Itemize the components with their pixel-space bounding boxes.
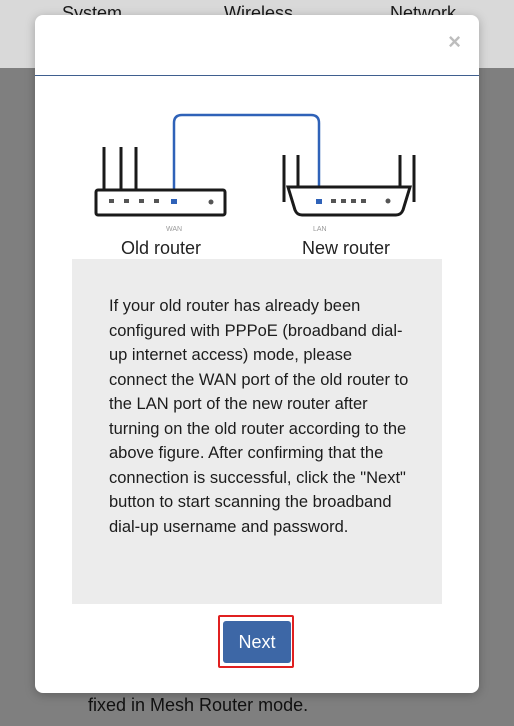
close-icon[interactable]: × [448, 29, 461, 55]
new-router-icon [282, 155, 416, 217]
connection-guide-modal: × WAN LAN Old router New router If your … [35, 15, 479, 693]
old-router-label: Old router [121, 238, 202, 258]
next-button[interactable]: Next [223, 621, 291, 663]
instructions-box: If your old router has already been conf… [72, 259, 442, 604]
wan-port-label: WAN [166, 226, 183, 233]
router-connection-diagram: WAN LAN Old router New router [35, 75, 479, 275]
modal-header: × [35, 15, 479, 76]
old-router-icon [94, 147, 227, 217]
instructions-text: If your old router has already been conf… [109, 297, 409, 536]
background-footer-text: fixed in Mesh Router mode. [88, 695, 309, 715]
diagram-graphic [94, 113, 416, 217]
lan-port-label: LAN [313, 226, 327, 233]
new-router-label: New router [302, 238, 391, 258]
